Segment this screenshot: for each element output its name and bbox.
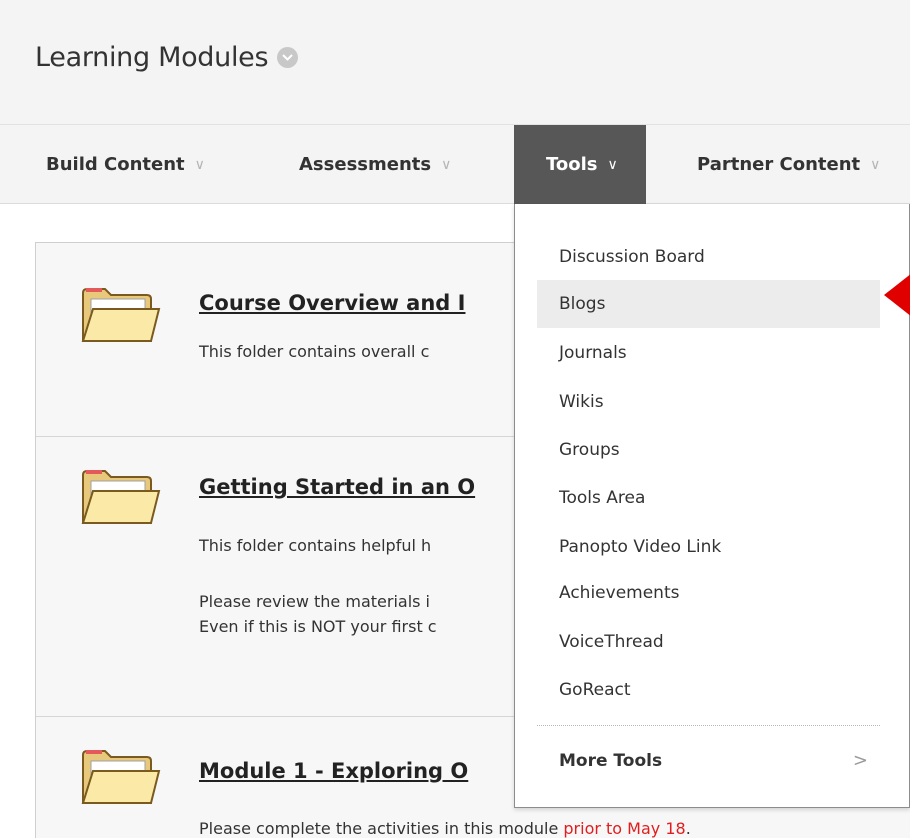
menu-item-voicethread[interactable]: VoiceThread: [537, 618, 880, 666]
course-overview-link[interactable]: Course Overview and I: [199, 291, 465, 315]
red-arrow-icon: [884, 273, 910, 317]
folder-icon: [81, 470, 161, 524]
deadline-text: prior to May 18: [563, 819, 686, 838]
menu-item-wikis[interactable]: Wikis: [537, 378, 880, 426]
menu-item-groups[interactable]: Groups: [537, 426, 880, 474]
title-options-chevron-icon[interactable]: [277, 47, 299, 68]
assessments-label: Assessments: [299, 154, 432, 175]
menu-item-achievements[interactable]: Achievements: [537, 569, 880, 617]
description-text: Please review the materials i: [199, 592, 430, 611]
more-tools-label: More Tools: [559, 751, 663, 771]
more-tools-menu-item[interactable]: More Tools >: [537, 736, 880, 786]
build-content-label: Build Content: [46, 154, 185, 175]
getting-started-review-text: Please review the materials is: [199, 589, 910, 614]
menu-item-goreact[interactable]: GoReact: [537, 666, 880, 714]
menu-item-panopto-video-link[interactable]: Panopto Video Link: [537, 523, 880, 571]
menu-item-discussion-board[interactable]: Discussion Board: [537, 233, 880, 281]
menu-item-tools-area[interactable]: Tools Area: [537, 474, 880, 522]
page-header: Learning Modules: [0, 0, 910, 124]
menu-divider: [537, 725, 880, 726]
build-content-menu-button[interactable]: Build Content ∨: [46, 125, 205, 204]
description-text: Even if this is NOT your first c: [199, 617, 437, 636]
menu-item-journals[interactable]: Journals: [537, 329, 880, 377]
description-text: This folder contains overall c: [199, 342, 430, 361]
description-text: This folder contains helpful h: [199, 536, 432, 555]
partner-content-menu-button[interactable]: Partner Content ∨: [697, 125, 880, 204]
getting-started-link[interactable]: Getting Started in an O: [199, 475, 475, 499]
action-toolbar: Build Content ∨ Assessments ∨ Tools ∨ Pa…: [0, 124, 910, 204]
tools-menu-button[interactable]: Tools ∨: [514, 125, 646, 204]
page-title: Learning Modules: [35, 42, 299, 73]
assessments-menu-button[interactable]: Assessments ∨: [299, 125, 451, 204]
description-end: .: [685, 819, 691, 838]
module-1-link[interactable]: Module 1 - Exploring O: [199, 759, 468, 783]
module-1-description: Please complete the activities in this m…: [199, 816, 691, 838]
getting-started-note-text: Even if this is NOT your first ce: [199, 614, 910, 639]
tools-dropdown-menu: Discussion Board Blogs Journals Wikis Gr…: [514, 204, 910, 808]
chevron-down-icon: ∨: [441, 156, 452, 173]
course-overview-description: This folder contains overall cs: [199, 339, 890, 364]
description-text: Please complete the activities in this m…: [199, 819, 564, 838]
folder-icon: [81, 288, 161, 342]
partner-content-label: Partner Content: [697, 154, 861, 175]
chevron-down-icon: ∨: [194, 156, 205, 173]
page-title-text: Learning Modules: [35, 42, 269, 73]
chevron-right-icon: >: [852, 750, 868, 771]
menu-item-blogs[interactable]: Blogs: [537, 280, 880, 328]
chevron-down-icon: ∨: [870, 156, 881, 173]
tools-label: Tools: [546, 154, 598, 175]
folder-icon: [81, 750, 161, 804]
chevron-down-icon: ∨: [607, 156, 618, 173]
getting-started-description: This folder contains helpful he: [199, 533, 910, 558]
